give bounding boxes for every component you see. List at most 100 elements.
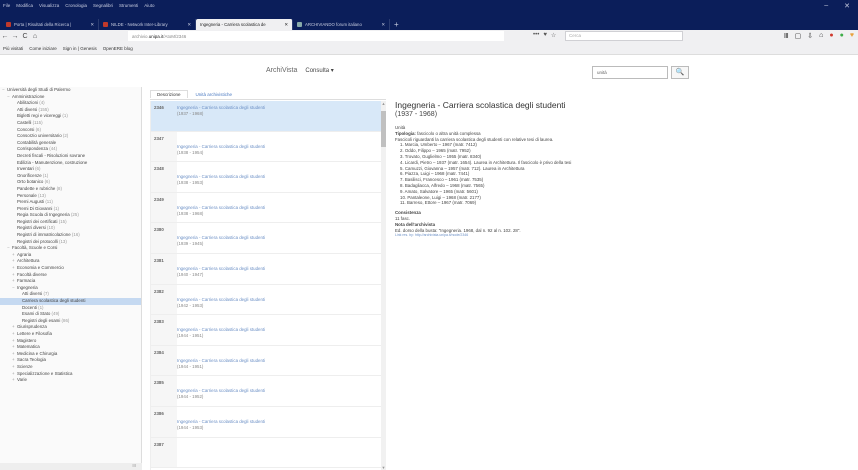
tree-node[interactable]: Registri degli esami (86)	[0, 318, 141, 325]
close-tab-icon[interactable]: ✕	[88, 22, 94, 28]
tree-node[interactable]: + Architettura	[0, 258, 141, 265]
forward-icon[interactable]: →	[10, 33, 20, 40]
tree-node[interactable]: + Lettere e Filosofia	[0, 331, 141, 338]
tree-node[interactable]: − Facoltà, Scuole e Corsi	[0, 245, 141, 252]
scroll-down-icon[interactable]: ▼	[381, 465, 386, 470]
menu-modifica[interactable]: Modifica	[16, 3, 33, 8]
tree-node[interactable]: Registri dei protocolli (13)	[0, 239, 141, 246]
tree-node[interactable]: + Magistero	[0, 338, 141, 345]
tree-node[interactable]: Registri di immatricolazione (16)	[0, 232, 141, 239]
tree-node[interactable]: + Giurisprudenza	[0, 324, 141, 331]
tab-descrizione[interactable]: Descrizione	[150, 90, 188, 98]
tree-node[interactable]: Premi Di Giovanni (1)	[0, 206, 141, 213]
tree-node[interactable]: + Agraria	[0, 252, 141, 259]
tree-node[interactable]: + Medicina e Chirurgia	[0, 351, 141, 358]
download-icon[interactable]: ⇩	[807, 32, 813, 40]
tree-node[interactable]: Onorificenze (1)	[0, 173, 141, 180]
minimize-button[interactable]: –	[824, 2, 828, 10]
menu-visualizza[interactable]: Visualizza	[39, 3, 59, 8]
close-tab-icon[interactable]: ✕	[379, 22, 385, 28]
back-icon[interactable]: ←	[0, 33, 10, 40]
tab-ingegneria[interactable]: Ingegneria - Carriera scolastica de ✕	[196, 19, 293, 30]
tree-node[interactable]: Edilizia - Manutenzione, costruzione	[0, 160, 141, 167]
tree-node[interactable]: Orto botanico (6)	[0, 179, 141, 186]
menu-cronologia[interactable]: Cronologia	[65, 3, 87, 8]
unit-list-item[interactable]: 2381 Ingegneria - Carriera scolastica deg…	[151, 253, 382, 285]
unit-list-item[interactable]: 2386 Ingegneria - Carriera scolastica deg…	[151, 406, 382, 438]
extension-green-icon[interactable]: ●	[840, 32, 844, 40]
tree-node[interactable]: Registri diversi (10)	[0, 225, 141, 232]
new-tab-button[interactable]: +	[390, 19, 399, 30]
tree-node[interactable]: Bigletti regi e vicereggi (1)	[0, 113, 141, 120]
reload-icon[interactable]: C	[20, 33, 30, 40]
close-tab-icon[interactable]: ✕	[185, 22, 191, 28]
app-brand[interactable]: ArchiVista	[266, 67, 297, 74]
tree-node[interactable]: Esami di Stato (49)	[0, 311, 141, 318]
bookmark-sign-in[interactable]: Sign in | Genesis	[63, 46, 97, 51]
unit-list-item[interactable]: 2349 Ingegneria - Carriera scolastica deg…	[151, 192, 382, 224]
home-icon[interactable]: ⌂	[30, 33, 40, 40]
extension-red-icon[interactable]: ●	[829, 32, 833, 40]
pocket-icon[interactable]: ♥	[543, 32, 547, 39]
tree-node[interactable]: + Facoltà diverse	[0, 272, 141, 279]
tree-node[interactable]: Carriera scolastica degli studenti	[0, 298, 141, 305]
list-scrollbar[interactable]: ▲ ▼	[381, 101, 386, 470]
tree-node[interactable]: − Amministrazione	[0, 94, 141, 101]
scroll-up-icon[interactable]: ▲	[381, 101, 386, 106]
tree-node[interactable]: Castelli (115)	[0, 120, 141, 127]
browser-search-input[interactable]: Cerca	[565, 31, 683, 41]
tree-node[interactable]: Registri dei certificati (15)	[0, 219, 141, 226]
bookmark-openere[interactable]: OpenERE blog	[103, 46, 133, 51]
consulta-menu[interactable]: Consulta ▾	[305, 67, 333, 74]
close-tab-icon[interactable]: ✕	[282, 22, 288, 28]
tree-node[interactable]: + Economia e Commercio	[0, 265, 141, 272]
tab-nilde[interactable]: NILDE - Network Inter-Library ✕	[99, 19, 196, 30]
sidebar-icon[interactable]: ▢	[795, 32, 802, 40]
tree-node[interactable]: Premi Augusti (11)	[0, 199, 141, 206]
tree-node[interactable]: Corrispondenza (44)	[0, 146, 141, 153]
tree-node[interactable]: Atti diversi (155)	[0, 107, 141, 114]
close-window-button[interactable]: ✕	[844, 2, 850, 10]
unit-list-item[interactable]: 2382 Ingegneria - Carriera scolastica deg…	[151, 284, 382, 316]
tree-node[interactable]: Pandette e rubriche (8)	[0, 186, 141, 193]
search-input[interactable]: unità	[592, 66, 668, 79]
home-toolbar-icon[interactable]: ⌂	[819, 32, 823, 40]
tree-node[interactable]: Atti diversi (7)	[0, 291, 141, 298]
unit-list-item[interactable]: 2384 Ingegneria - Carriera scolastica deg…	[151, 345, 382, 377]
tree-node[interactable]: + Farmacia	[0, 278, 141, 285]
menu-segnalibri[interactable]: Segnalibri	[93, 3, 113, 8]
page-actions-icon[interactable]: •••	[533, 32, 539, 39]
menu-file[interactable]: File	[3, 3, 10, 8]
tree-node[interactable]: − Ingegneria	[0, 285, 141, 292]
unit-list-item[interactable]: 2347 Ingegneria - Carriera scolastica deg…	[151, 131, 382, 163]
tab-archiviando[interactable]: ARCHIVIANDO forum italiano ✕	[293, 19, 390, 30]
search-button[interactable]: 🔍	[671, 66, 689, 79]
tree-node[interactable]: Consorzio universitario (2)	[0, 133, 141, 140]
tree-node[interactable]: Abilitazioni (4)	[0, 100, 141, 107]
unit-list-item[interactable]: 2383 Ingegneria - Carriera scolastica deg…	[151, 315, 382, 346]
tree-node[interactable]: − Università degli Studi di Palermo	[0, 87, 141, 94]
tree-node[interactable]: Contabilità generale	[0, 140, 141, 147]
tab-porta[interactable]: Porta | Risultati della Ricerca | ✕	[2, 19, 99, 30]
tree-scrollbar[interactable]: III	[0, 463, 142, 470]
address-bar[interactable]: archivio. unipa.it/AtoM/2346	[128, 31, 504, 41]
unit-list-item[interactable]: 2348 Ingegneria - Carriera scolastica deg…	[151, 162, 382, 193]
tree-node[interactable]: + Specializzazione e Statistica	[0, 371, 141, 378]
pocket-toolbar-icon[interactable]: ♥	[850, 32, 854, 40]
tree-node[interactable]: Docenti (1)	[0, 305, 141, 312]
tab-unita-archivistiche[interactable]: Unità archivistiche	[188, 90, 240, 98]
library-icon[interactable]: Ⅲ	[784, 32, 789, 40]
tree-node[interactable]: + Scienze	[0, 364, 141, 371]
tree-node[interactable]: + Sacra Teologia	[0, 357, 141, 364]
tree-node[interactable]: + Varie	[0, 377, 141, 384]
menu-aiuto[interactable]: Aiuto	[144, 3, 154, 8]
permalink[interactable]: Link res. by: http://archivista.unipa.it…	[395, 233, 845, 239]
bookmark-come-iniziare[interactable]: Come iniziare	[29, 46, 57, 51]
tree-node[interactable]: Concorsi (6)	[0, 127, 141, 134]
tree-node[interactable]: Decreti fiscali - Risoluzioni sovrane	[0, 153, 141, 160]
unit-list-item[interactable]: 2380 Ingegneria - Carriera scolastica deg…	[151, 223, 382, 254]
tree-node[interactable]: Inventari (6)	[0, 166, 141, 173]
tree-node[interactable]: Regia Scuola di Ingegneria (25)	[0, 212, 141, 219]
scroll-thumb[interactable]	[381, 111, 386, 147]
tree-node[interactable]: Personale (13)	[0, 193, 141, 200]
